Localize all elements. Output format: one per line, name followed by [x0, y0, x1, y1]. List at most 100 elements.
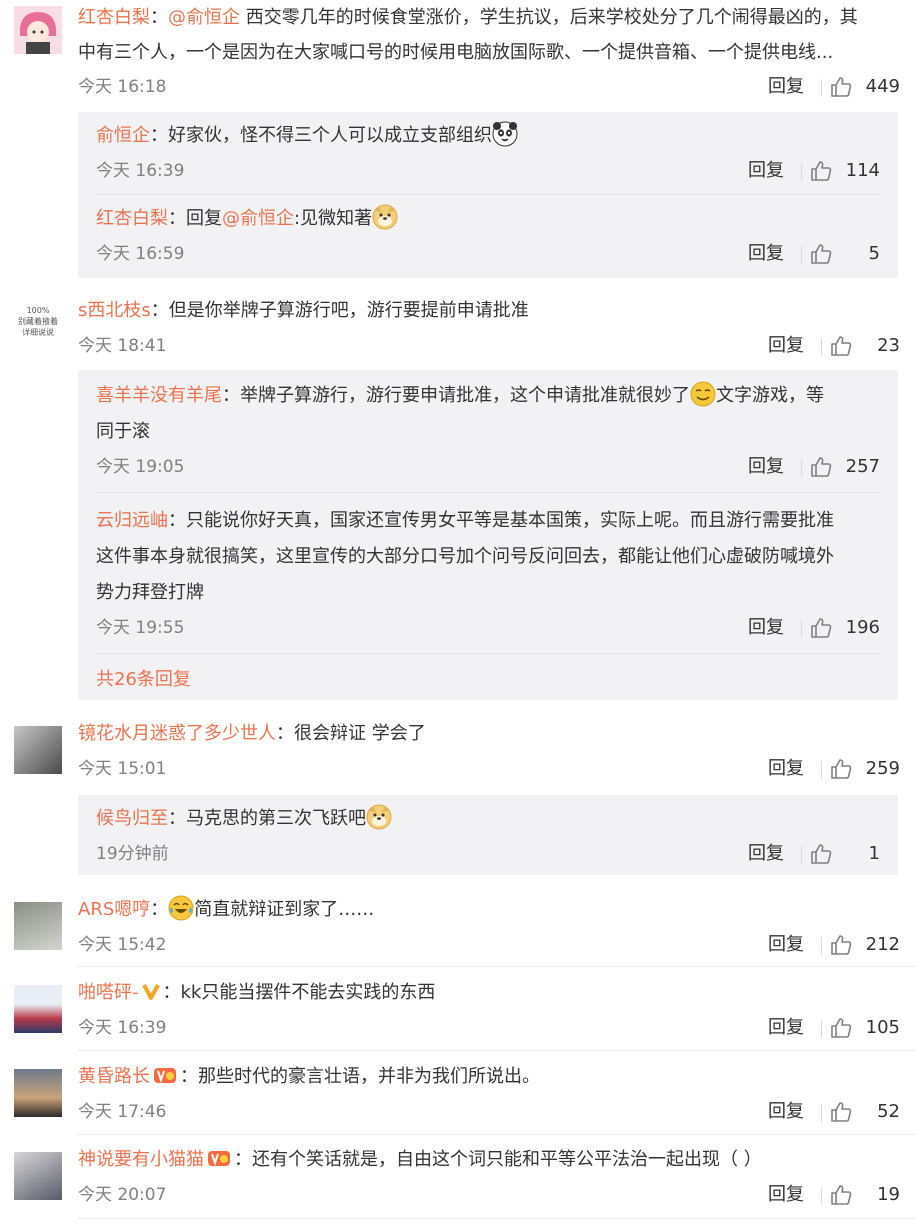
divider: [821, 338, 822, 356]
laugh-cry-emoji-icon: [168, 895, 194, 921]
timestamp: 今天 15:42: [78, 935, 167, 955]
like-button[interactable]: 23: [830, 329, 900, 363]
reply-meta: 今天 19:55 回复 196: [96, 611, 880, 645]
avatar[interactable]: [14, 1152, 62, 1200]
comment-meta: 今天 17:46 回复 52: [78, 1095, 900, 1129]
reply-list: 俞恒企：好家伙，怪不得三个人可以成立支部组织 今天 16:39 回复 114 红…: [78, 112, 898, 278]
user-name[interactable]: ARS嗯哼: [78, 899, 150, 920]
like-count: 449: [865, 76, 900, 97]
reply-button[interactable]: 回复: [748, 154, 784, 188]
divider: [801, 459, 802, 477]
like-count: 114: [845, 160, 880, 181]
user-name[interactable]: 黄昏路长: [78, 1066, 150, 1087]
like-button[interactable]: 196: [810, 611, 880, 645]
panda-emoji-icon: [492, 121, 518, 147]
colon: ：: [234, 1149, 252, 1170]
user-name[interactable]: 喜羊羊没有羊尾: [96, 385, 222, 406]
reply-button[interactable]: 回复: [768, 329, 804, 363]
avatar[interactable]: [14, 985, 62, 1033]
user-name[interactable]: 俞恒企: [96, 125, 150, 146]
like-button[interactable]: 257: [810, 450, 880, 484]
comment-text: 但是你举牌子算游行吧，游行要提前申请批准: [168, 300, 529, 321]
thumb-up-icon: [810, 456, 832, 478]
user-name[interactable]: 候鸟归至: [96, 808, 168, 829]
colon: ：: [168, 510, 186, 531]
timestamp: 今天 17:46: [78, 1102, 167, 1122]
reply-list: 候鸟归至：马克思的第三次飞跃吧 19分钟前 回复 1: [78, 795, 898, 875]
user-name[interactable]: 啪嗒砰-: [78, 982, 139, 1003]
user-name[interactable]: 云归远岫: [96, 510, 168, 531]
thumb-up-icon: [810, 243, 832, 265]
avatar[interactable]: [14, 1069, 62, 1117]
thumb-up-icon: [810, 160, 832, 182]
reply-button[interactable]: 回复: [768, 1095, 804, 1129]
reply-button[interactable]: 回复: [748, 837, 784, 871]
reply-button[interactable]: 回复: [768, 928, 804, 962]
like-count: 52: [877, 1101, 900, 1122]
comment-text: 还有个笑话就是，自由这个词只能和平等公平法治一起出现（ ）: [252, 1149, 762, 1170]
like-count: 196: [845, 617, 880, 638]
reply-button[interactable]: 回复: [748, 611, 784, 645]
reply-button[interactable]: 回复: [748, 237, 784, 271]
thumb-up-icon: [830, 758, 852, 780]
reply-text: 同于滚: [96, 421, 150, 442]
timestamp: 今天 16:39: [96, 161, 185, 181]
reply-button[interactable]: 回复: [768, 70, 804, 104]
divider: [821, 1187, 822, 1205]
colon: ：: [222, 385, 240, 406]
user-name[interactable]: 镜花水月迷惑了多少世人: [78, 723, 276, 744]
divider: [78, 1134, 916, 1135]
like-count: 5: [868, 243, 880, 264]
like-button[interactable]: 114: [810, 154, 880, 188]
comment-meta: 今天 16:18 回复 449: [78, 70, 900, 104]
divider: [78, 1050, 916, 1051]
thumb-up-icon: [830, 1101, 852, 1123]
reply-text: :见微知著: [294, 208, 373, 229]
reply-button[interactable]: 回复: [768, 752, 804, 786]
colon: ：: [276, 723, 294, 744]
like-button[interactable]: 105: [830, 1011, 900, 1045]
like-count: 105: [865, 1017, 900, 1038]
avatar[interactable]: [14, 902, 62, 950]
avatar[interactable]: 100% 别藏着掖着 详细说说: [14, 299, 62, 347]
divider: [821, 1020, 822, 1038]
timestamp: 今天 18:41: [78, 336, 167, 356]
reply-text: 举牌子算游行，游行要申请批准，这个申请批准就很妙了: [240, 385, 690, 406]
reply-button[interactable]: 回复: [768, 1178, 804, 1212]
divider: [801, 620, 802, 638]
more-replies-link[interactable]: 共26条回复: [78, 654, 898, 706]
reply-text: 好家伙，怪不得三个人可以成立支部组织: [168, 125, 492, 146]
thumb-up-icon: [830, 934, 852, 956]
divider: [78, 1218, 916, 1219]
comment-text: 简直就辩证到家了……: [194, 899, 375, 920]
avatar[interactable]: [14, 726, 62, 774]
like-button[interactable]: 259: [830, 752, 900, 786]
thumb-up-icon: [830, 76, 852, 98]
mention-link[interactable]: @俞恒企: [168, 7, 240, 28]
like-count: 23: [877, 335, 900, 356]
user-name[interactable]: 红杏白梨: [96, 208, 168, 229]
reply-button[interactable]: 回复: [768, 1011, 804, 1045]
colon: ：: [168, 808, 186, 829]
timestamp: 今天 16:59: [96, 244, 185, 264]
reply-prefix: 回复: [186, 208, 222, 229]
divider: [78, 966, 916, 967]
comment-meta: 今天 15:42 回复 212: [78, 928, 900, 962]
like-button[interactable]: 52: [830, 1095, 900, 1129]
like-button[interactable]: 212: [830, 928, 900, 962]
comment-text: kk只能当摆件不能去实践的东西: [180, 982, 436, 1003]
mention-link[interactable]: @俞恒企: [222, 208, 294, 229]
doge-emoji-icon: [366, 804, 392, 830]
user-name[interactable]: s西北枝s: [78, 300, 151, 321]
like-button[interactable]: 19: [830, 1178, 900, 1212]
like-button[interactable]: 5: [810, 237, 880, 271]
user-name[interactable]: 红杏白梨: [78, 7, 150, 28]
timestamp: 今天 20:07: [78, 1185, 167, 1205]
like-button[interactable]: 449: [830, 70, 900, 104]
user-name[interactable]: 神说要有小猫猫: [78, 1149, 204, 1170]
like-button[interactable]: 1: [810, 837, 880, 871]
avatar[interactable]: [14, 6, 62, 54]
reply-button[interactable]: 回复: [748, 450, 784, 484]
vip-badge-icon: [154, 1068, 176, 1084]
avatar-caption: 详细说说: [22, 328, 54, 337]
